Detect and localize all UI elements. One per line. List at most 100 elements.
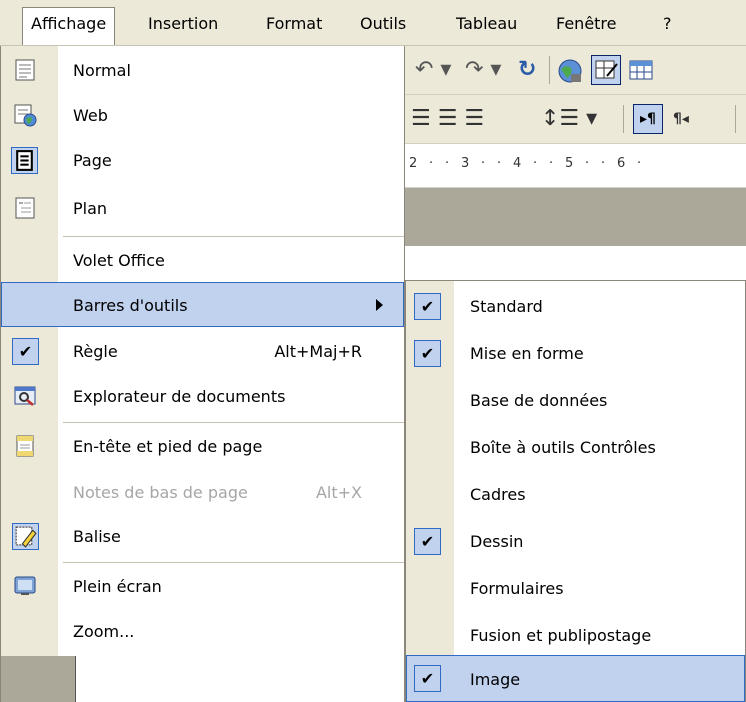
menu-bar: Affichage Insertion Format Outils Tablea… <box>0 0 746 46</box>
menu-item-label: Web <box>73 106 108 125</box>
page-margin-area <box>405 188 746 246</box>
undo-icon[interactable]: ↶ ▾ <box>415 57 451 82</box>
draw-table-icon <box>595 60 618 79</box>
submenu-item-label: Boîte à outils Contrôles <box>470 438 656 457</box>
submenu-arrow-icon <box>376 299 383 311</box>
checked-icon: ✔ <box>414 528 441 555</box>
checked-icon: ✔ <box>414 665 441 692</box>
ruler-mark: · <box>601 156 606 171</box>
submenu-item-label: Standard <box>470 297 543 316</box>
draw-table-button[interactable] <box>591 55 621 85</box>
menu-item-barres-outils[interactable]: Barres d'outils <box>1 282 404 327</box>
submenu-item-mise-en-forme[interactable]: ✔ Mise en forme <box>406 330 745 377</box>
checked-icon: ✔ <box>414 293 441 320</box>
submenu-item-base-de-donnees[interactable]: Base de données <box>406 377 745 424</box>
ruler-mark: · <box>481 156 486 171</box>
checked-icon <box>12 523 39 550</box>
menu-item-web[interactable]: Web <box>1 93 404 138</box>
standard-toolbar: ↶ ▾ ↷ ▾ ↻ <box>405 46 746 95</box>
document-edge <box>75 656 404 702</box>
full-screen-icon <box>14 576 36 595</box>
rtl-icon[interactable]: ¶◂ <box>673 111 689 127</box>
affichage-dropdown: Normal Web Page Plan Volet Office Barres… <box>0 46 405 702</box>
page-view-icon <box>16 150 33 171</box>
web-globe-icon[interactable] <box>555 56 585 86</box>
ruler-mark: 6 <box>617 156 626 171</box>
ruler-mark: 3 <box>461 156 470 171</box>
submenu-item-label: Base de données <box>470 391 608 410</box>
ruler[interactable]: 2 · · 3 · · 4 · · 5 · · 6 · <box>405 144 746 188</box>
ruler-mark: · <box>549 156 554 171</box>
menu-item-label: Balise <box>73 527 121 546</box>
ruler-mark: · <box>429 156 434 171</box>
web-view-icon <box>14 104 37 127</box>
menu-item-zoom[interactable]: Zoom... <box>1 609 404 654</box>
menu-item-regle[interactable]: ✔ Règle Alt+Maj+R <box>1 329 404 374</box>
submenu-item-formulaires[interactable]: Formulaires <box>406 565 745 612</box>
submenu-item-boite-outils-controles[interactable]: Boîte à outils Contrôles <box>406 424 745 471</box>
menu-separator <box>63 562 404 563</box>
document-map-icon <box>14 386 36 406</box>
menu-help[interactable]: ? <box>655 8 680 42</box>
menu-item-label: Barres d'outils <box>73 296 188 315</box>
ruler-mark: · <box>445 156 450 171</box>
menu-insertion[interactable]: Insertion <box>140 8 226 42</box>
submenu-item-standard[interactable]: ✔ Standard <box>406 283 745 330</box>
submenu-item-fusion-publipostage[interactable]: Fusion et publipostage <box>406 612 745 659</box>
menu-item-notes[interactable]: Notes de bas de page Alt+X <box>1 470 404 515</box>
window-edge <box>1 656 75 702</box>
toolbars-submenu: ✔ Standard ✔ Mise en forme Base de donné… <box>405 280 746 702</box>
menu-item-explorateur[interactable]: Explorateur de documents <box>1 374 404 419</box>
menu-separator <box>63 236 404 237</box>
refresh-icon[interactable]: ↻ <box>518 57 536 82</box>
line-spacing-icon[interactable]: ↕☰ ▾ <box>541 106 597 131</box>
menu-outils[interactable]: Outils <box>352 8 414 42</box>
submenu-item-label: Fusion et publipostage <box>470 626 652 645</box>
submenu-item-label: Cadres <box>470 485 526 504</box>
checked-icon <box>11 147 38 174</box>
submenu-item-label: Mise en forme <box>470 344 584 363</box>
menu-item-label: En-tête et pied de page <box>73 437 263 456</box>
menu-item-shortcut: Alt+Maj+R <box>274 342 362 361</box>
redo-icon[interactable]: ↷ ▾ <box>465 57 501 82</box>
ltr-icon: ▸¶ <box>640 111 656 127</box>
normal-view-icon <box>15 59 35 81</box>
menu-item-page[interactable]: Page <box>1 138 404 183</box>
menu-item-label: Plan <box>73 199 108 218</box>
menu-item-normal[interactable]: Normal <box>1 48 404 93</box>
insert-table-icon[interactable] <box>627 57 655 83</box>
menu-fenetre[interactable]: Fenêtre <box>548 8 625 42</box>
menu-item-en-tete[interactable]: En-tête et pied de page <box>1 424 404 469</box>
menu-item-plan[interactable]: Plan <box>1 186 404 231</box>
menu-item-label: Normal <box>73 61 131 80</box>
menu-item-plein-ecran[interactable]: Plein écran <box>1 564 404 609</box>
menu-item-volet-office[interactable]: Volet Office <box>1 238 404 283</box>
ruler-mark: 5 <box>565 156 574 171</box>
submenu-item-label: Image <box>470 670 521 689</box>
menu-item-label: Explorateur de documents <box>73 387 286 406</box>
submenu-item-dessin[interactable]: ✔ Dessin <box>406 518 745 565</box>
ltr-button[interactable]: ▸¶ <box>633 104 663 134</box>
submenu-item-image[interactable]: ✔ Image <box>406 655 745 702</box>
toolbar-divider <box>735 105 736 133</box>
menu-tableau[interactable]: Tableau <box>448 8 525 42</box>
menu-item-balise[interactable]: Balise <box>1 514 404 559</box>
ruler-mark: · <box>637 156 642 171</box>
align-icons[interactable]: ☰ ☰ ☰ <box>411 106 484 131</box>
ruler-mark: · <box>585 156 590 171</box>
menu-affichage[interactable]: Affichage <box>22 7 116 45</box>
checked-icon: ✔ <box>414 340 441 367</box>
formatting-toolbar: ☰ ☰ ☰ ↕☰ ▾ ▸¶ ¶◂ <box>405 95 746 144</box>
ruler-mark: · <box>533 156 538 171</box>
submenu-item-cadres[interactable]: Cadres <box>406 471 745 518</box>
ruler-mark: 4 <box>513 156 522 171</box>
menu-item-shortcut: Alt+X <box>315 483 362 502</box>
menu-item-label: Page <box>73 151 112 170</box>
menu-format[interactable]: Format <box>258 8 330 42</box>
toolbar-divider <box>549 56 550 84</box>
outline-view-icon <box>15 197 35 219</box>
header-footer-icon <box>16 435 34 457</box>
menu-item-label: Notes de bas de page <box>73 483 248 502</box>
toolbar-divider <box>623 105 624 133</box>
checked-icon: ✔ <box>12 338 39 365</box>
